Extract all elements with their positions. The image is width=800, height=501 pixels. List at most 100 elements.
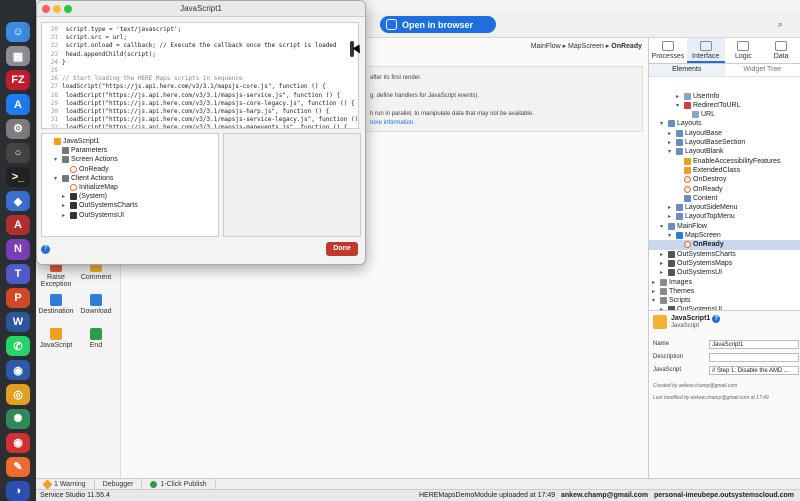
subtab-widget-tree[interactable]: Widget Tree <box>725 64 800 76</box>
subtab-elements[interactable]: Elements <box>649 64 725 76</box>
dialog-tree-item[interactable]: Parameters <box>54 147 107 155</box>
tool-destination[interactable]: Destination <box>36 294 76 315</box>
expand-arrow-icon[interactable]: ▾ <box>54 156 60 163</box>
bottom-tab-debugger[interactable]: Debugger <box>95 479 143 489</box>
tree-label: LayoutTopMenu <box>685 213 735 221</box>
tab-interface[interactable]: Interface <box>686 38 725 63</box>
dialog-tree-item[interactable]: ▸ OutSystemsCharts <box>62 202 138 210</box>
folder-icon <box>62 147 69 155</box>
teams-icon[interactable]: T <box>6 263 30 284</box>
tree-label: Themes <box>669 287 695 295</box>
dialog-tree-item[interactable]: JavaScript1 <box>46 138 100 145</box>
expand-arrow-icon[interactable]: ▾ <box>54 175 60 182</box>
filezilla-icon[interactable]: FZ <box>6 70 30 91</box>
search-icon[interactable]: ⌕ <box>778 19 789 30</box>
description-field[interactable] <box>709 353 799 362</box>
launchpad-icon[interactable]: ▦ <box>6 46 30 67</box>
tool-label: Destination <box>38 308 74 315</box>
appstore-icon[interactable]: A <box>6 94 30 115</box>
expand-arrow-icon[interactable]: ▾ <box>660 223 666 230</box>
code-line: 32 loadScript("https://js.api.here.com/v… <box>42 123 348 129</box>
bottom-tab-1-warning[interactable]: 1 Warning <box>36 479 95 489</box>
tree-node-icon <box>676 139 683 146</box>
dictionary-icon[interactable]: A <box>6 215 30 236</box>
dialog-tree-label: (System) <box>79 193 107 201</box>
done-button[interactable]: Done <box>326 242 358 256</box>
word-icon[interactable]: W <box>6 311 30 333</box>
tree-node-icon <box>668 269 675 277</box>
dialog-tree-item[interactable]: InitializeMap <box>62 184 118 191</box>
expand-arrow-icon[interactable]: ▸ <box>62 193 68 200</box>
settings-icon[interactable]: ⚙ <box>6 118 30 139</box>
expand-arrow-icon[interactable]: ▸ <box>668 130 674 137</box>
tool-label: Comment <box>80 274 112 281</box>
help-icon[interactable]: ? <box>712 315 721 323</box>
tab-processes[interactable]: Processes <box>649 38 687 63</box>
code-text: loadScript("https://js.api.here.com/v3/3… <box>62 124 348 129</box>
expand-arrow-icon[interactable]: ▸ <box>652 288 658 295</box>
arc2-icon[interactable]: ◑ <box>6 480 30 501</box>
expand-arrow-icon[interactable]: ▸ <box>668 204 674 211</box>
tool-javascript[interactable]: JavaScript <box>36 328 76 349</box>
name-field[interactable]: JavaScript1 <box>709 340 799 349</box>
expand-arrow-icon[interactable]: ▾ <box>660 120 666 127</box>
expand-arrow-icon[interactable]: ▸ <box>660 260 666 267</box>
expand-arrow-icon[interactable]: ▾ <box>652 297 658 304</box>
interface-icon <box>699 41 712 51</box>
close-window-button[interactable] <box>42 5 50 13</box>
tool-download[interactable]: Download <box>76 294 116 315</box>
dialog-tree-item[interactable]: ▾ Client Actions <box>54 174 113 182</box>
open-in-browser-button[interactable]: Open in browser <box>380 16 496 33</box>
expand-arrow-icon[interactable]: ▾ <box>676 102 682 109</box>
dialog-tree-item[interactable]: OnReady <box>62 165 109 173</box>
finder-icon[interactable]: ☺ <box>6 22 30 43</box>
tab-logic[interactable]: Logic <box>725 38 763 63</box>
code-editor[interactable]: 20 script.type = 'text/javascript'; 21 sc… <box>41 22 359 129</box>
bottom-tab-1-click-publish[interactable]: 1-Click Publish <box>142 479 216 489</box>
expand-arrow-icon[interactable]: ▾ <box>668 148 674 155</box>
logic-icon <box>737 41 750 51</box>
help-icon[interactable]: ? <box>41 245 50 254</box>
tool-end[interactable]: End <box>76 328 116 349</box>
tree-node-icon <box>668 259 675 267</box>
dialog-tree-label: JavaScript1 <box>63 138 100 145</box>
dialog-tree-item[interactable]: ▾ Screen Actions <box>54 156 118 164</box>
expand-arrow-icon[interactable]: ▸ <box>668 139 674 146</box>
tree-node-icon <box>676 129 683 137</box>
terminal-icon[interactable]: >_ <box>6 166 30 188</box>
expand-arrow-icon[interactable]: ▸ <box>62 202 68 209</box>
chrome-icon[interactable]: ◎ <box>6 384 30 405</box>
music-icon[interactable]: ◉ <box>6 432 30 453</box>
tab-data[interactable]: Data <box>762 38 800 63</box>
powerpoint-icon[interactable]: P <box>6 287 30 308</box>
expand-arrow-icon[interactable]: ▸ <box>660 251 666 258</box>
maximize-window-button[interactable] <box>64 5 72 13</box>
arc-icon[interactable]: ◆ <box>6 191 30 212</box>
tree-node-icon <box>684 101 691 109</box>
vpn-icon[interactable]: ◉ <box>6 360 30 381</box>
expand-arrow-icon[interactable]: ▾ <box>668 232 674 239</box>
expand-arrow-icon[interactable]: ▸ <box>668 213 674 220</box>
minimize-window-button[interactable] <box>53 5 61 13</box>
expand-arrow-icon[interactable]: ▸ <box>660 269 666 276</box>
onenote-icon[interactable]: N <box>6 239 30 260</box>
tool-icon <box>50 294 62 306</box>
tab-label: Data <box>773 53 789 60</box>
tab-label: Processes <box>651 53 685 60</box>
dialog-tree-item[interactable]: ▸ (System) <box>62 193 107 201</box>
warning-icon <box>42 479 53 489</box>
tree-node-icon <box>676 204 683 212</box>
expand-arrow-icon[interactable]: ▸ <box>676 93 682 100</box>
tree-label: Images <box>669 278 692 286</box>
breadcrumb-path[interactable]: MainFlow ▸ MapScreen ▸ <box>531 43 612 50</box>
postman-icon[interactable]: ✎ <box>6 456 30 477</box>
expand-arrow-icon[interactable]: ▸ <box>652 279 658 286</box>
dialog-tree-item[interactable]: ▸ OutSystemsUI <box>62 211 124 219</box>
expand-arrow-icon[interactable]: ▸ <box>62 212 68 219</box>
javascript-field[interactable]: // Step 1: Disable the AMD ... <box>709 366 799 375</box>
tree-label: URL <box>701 111 716 119</box>
whatsapp-icon[interactable]: ✆ <box>6 336 30 357</box>
electron-icon[interactable]: ✺ <box>6 408 30 429</box>
tree-node-icon <box>676 232 683 239</box>
outsystems-icon[interactable]: ○ <box>6 142 30 163</box>
